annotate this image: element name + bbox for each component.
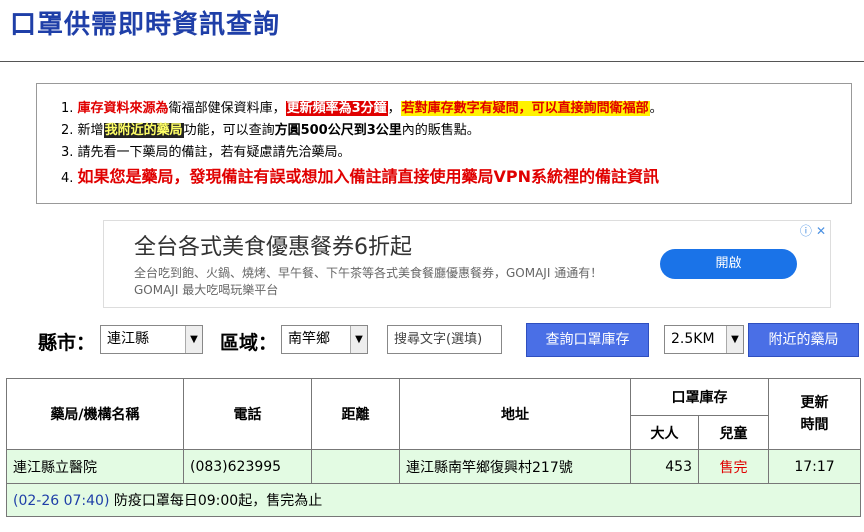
- area-label: 區域：: [220, 332, 278, 354]
- notice-item-4: 4. 如果您是藥局，發現備註有誤或想加入備註請直接使用藥局VPN系統裡的備註資訊: [61, 164, 851, 192]
- ad-controls: ⓘ ✕: [796, 222, 826, 239]
- row-updated-time: 17:17: [768, 449, 861, 484]
- county-select[interactable]: 連江縣 ▼: [100, 325, 203, 354]
- notice-1-text-a: 庫存資料來源為: [77, 101, 169, 116]
- notice-1-highlight-question: 若對庫存數字有疑問，可以直接詢問衛福部: [400, 101, 650, 116]
- notice-2-number: 2.: [61, 123, 74, 138]
- nearby-pharmacy-button[interactable]: 附近的藥局: [748, 323, 859, 357]
- notice-box: 1. 庫存資料來源為衛福部健保資料庫，更新頻率為3分鐘，若對庫存數字有疑問，可以…: [36, 83, 852, 204]
- mask-stock-table: 藥局/機構名稱 電話 距離 地址 口罩庫存 更新 時間 大人 兒童 連江縣立醫院…: [6, 378, 861, 517]
- distance-select-value: 2.5KM: [671, 331, 715, 347]
- notice-2-highlight-nearby: 我附近的藥局: [103, 123, 184, 138]
- page-title: 口罩供需即時資訊查詢: [10, 10, 281, 40]
- row-adult-stock: 453: [630, 449, 699, 484]
- row-distance: [311, 449, 400, 484]
- notice-item-2: 2. 新增我附近的藥局功能，可以查詢方圓500公尺到3公里內的販售點。: [61, 120, 851, 142]
- notice-2-text-c: 內的販售點。: [401, 123, 480, 138]
- notice-4-text: 如果您是藥局，發現備註有誤或想加入備註請直接使用藥局VPN系統裡的備註資訊: [77, 167, 660, 186]
- header-phone: 電話: [183, 378, 312, 450]
- header-updated: 更新 時間: [768, 378, 861, 450]
- county-label: 縣市：: [38, 332, 96, 354]
- notice-1-text-b: 衛福部健保資料庫，: [168, 101, 286, 116]
- search-input[interactable]: [387, 325, 502, 354]
- row-phone: (083)623995: [183, 449, 312, 484]
- header-address: 地址: [399, 378, 631, 450]
- notice-2-text-b: 功能，可以查詢: [183, 123, 275, 138]
- row-address: 連江縣南竿鄉復興村217號: [399, 449, 631, 484]
- ad-title[interactable]: 全台各式美食優惠餐券6折起: [134, 229, 412, 261]
- row-name: 連江縣立醫院: [6, 449, 184, 484]
- area-select[interactable]: 南竿鄉 ▼: [281, 325, 368, 354]
- notice-item-1: 1. 庫存資料來源為衛福部健保資料庫，更新頻率為3分鐘，若對庫存數字有疑問，可以…: [61, 98, 851, 120]
- notice-1-text-c: ，: [387, 101, 401, 116]
- distance-select[interactable]: 2.5KM ▼: [664, 325, 744, 354]
- notice-item-3: 3. 請先看一下藥局的備註，若有疑慮請先洽藥局。: [61, 142, 851, 164]
- notice-4-number: 4.: [61, 171, 74, 186]
- header-adult: 大人: [630, 415, 699, 450]
- ad-open-button[interactable]: 開啟: [660, 249, 797, 279]
- notice-1-number: 1.: [61, 101, 74, 116]
- ad-description: 全台吃到飽、火鍋、燒烤、早午餐、下午茶等各式美食餐廳優惠餐券，GOMAJI 通通…: [134, 266, 603, 297]
- row-note-text: 防疫口罩每日09:00起，售完為止: [109, 493, 323, 509]
- row-note: (02-26 07:40) 防疫口罩每日09:00起，售完為止: [6, 483, 861, 517]
- query-stock-button[interactable]: 查詢口罩庫存: [526, 323, 649, 357]
- ad-banner[interactable]: ⓘ ✕ 全台各式美食優惠餐券6折起 全台吃到飽、火鍋、燒烤、早午餐、下午茶等各式美…: [103, 220, 831, 308]
- row-note-time: (02-26 07:40): [13, 493, 110, 509]
- info-icon[interactable]: ⓘ: [800, 224, 812, 238]
- header-stock: 口罩庫存: [630, 378, 769, 416]
- header-name: 藥局/機構名稱: [6, 378, 184, 450]
- header-child: 兒童: [698, 415, 769, 450]
- row-child-stock: 售完: [698, 449, 769, 484]
- close-icon[interactable]: ✕: [816, 224, 826, 238]
- chevron-down-icon: ▼: [350, 326, 367, 353]
- chevron-down-icon: ▼: [726, 326, 743, 353]
- table-row-note: (02-26 07:40) 防疫口罩每日09:00起，售完為止: [6, 483, 861, 517]
- filter-bar: 縣市： 連江縣 ▼ 區域： 南竿鄉 ▼ 查詢口罩庫存 2.5KM ▼ 附近的藥局: [0, 322, 864, 362]
- header-distance: 距離: [311, 378, 400, 450]
- notice-2-text-a: 新增: [77, 123, 104, 138]
- notice-1-text-d: 。: [649, 101, 663, 116]
- chevron-down-icon: ▼: [185, 326, 202, 353]
- notice-1-highlight-frequency: 更新頻率為3分鐘: [285, 101, 388, 116]
- title-divider: [0, 61, 864, 62]
- area-select-value: 南竿鄉: [288, 331, 330, 347]
- notice-2-text-range: 方圓500公尺到3公里: [274, 123, 402, 138]
- notice-3-text: 請先看一下藥局的備註，若有疑慮請先洽藥局。: [77, 145, 351, 160]
- notice-3-number: 3.: [61, 145, 74, 160]
- table-row[interactable]: 連江縣立醫院 (083)623995 連江縣南竿鄉復興村217號 453 售完 …: [6, 449, 861, 484]
- county-select-value: 連江縣: [107, 331, 149, 347]
